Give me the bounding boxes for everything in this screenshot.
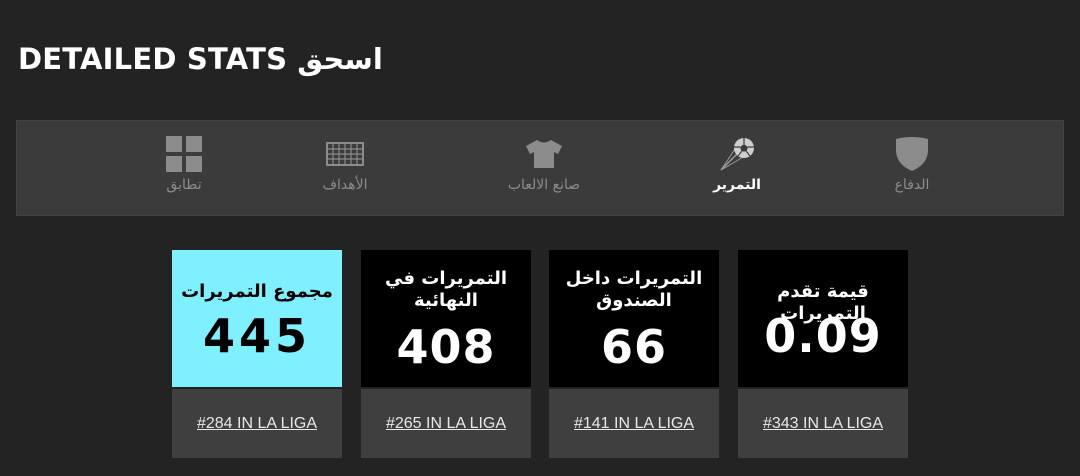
tab-passing[interactable]: التمرير [672,120,802,216]
stat-card-value: 445 [202,309,312,363]
tab-playmaker[interactable]: صانع الالعاب [479,120,609,216]
stat-card-body: التمريرات داخل الصندوق 66 [549,250,719,387]
tab-label: الدفاع [894,177,930,193]
stat-card-body: التمريرات في النهائية 408 [361,250,531,387]
stat-card-body: قيمة تقدم التمريرات 0.09 [738,250,908,387]
grid-icon [164,136,204,172]
page-title: اسحق DETAILED STATS [18,42,383,76]
ball-pass-icon [717,136,757,172]
tab-label: صانع الالعاب [507,177,581,193]
rank-link[interactable]: #265 IN LA LIGA [386,415,506,433]
stat-card-rank: #284 IN LA LIGA [172,389,342,458]
stat-card-value: 0.09 [764,309,882,363]
stat-card-final-third-passes: التمريرات في النهائية 408 #265 IN LA LIG… [361,250,531,458]
stat-card-total-passes: مجموع التمريرات 445 #284 IN LA LIGA [172,250,342,458]
shield-icon [892,136,932,172]
stat-card-label: التمريرات داخل الصندوق [565,268,703,311]
stat-card-label: مجموع التمريرات [181,281,333,302]
stats-tab-bar: تطابق الأهداف صانع الالعاب التمرير الدفا… [16,120,1064,216]
tab-goals[interactable]: الأهداف [280,120,410,216]
tab-label: التمرير [713,177,761,193]
stat-card-pass-progression: قيمة تقدم التمريرات 0.09 #343 IN LA LIGA [738,250,908,458]
rank-link[interactable]: #284 IN LA LIGA [197,415,317,433]
stat-card-rank: #141 IN LA LIGA [549,389,719,458]
goal-net-icon [325,136,365,172]
tab-defense[interactable]: الدفاع [847,120,977,216]
stat-card-rank: #343 IN LA LIGA [738,389,908,458]
rank-link[interactable]: #141 IN LA LIGA [574,415,694,433]
stat-card-value: 408 [396,320,496,374]
tab-matches[interactable]: تطابق [119,120,249,216]
stat-card-value: 66 [600,320,667,374]
stat-card-body: مجموع التمريرات 445 [172,250,342,387]
stat-card-box-passes: التمريرات داخل الصندوق 66 #141 IN LA LIG… [549,250,719,458]
stat-card-rank: #265 IN LA LIGA [361,389,531,458]
stat-card-label: التمريرات في النهائية [384,268,508,311]
tab-label: تطابق [166,177,202,193]
rank-link[interactable]: #343 IN LA LIGA [763,415,883,433]
shirt-icon [524,136,564,172]
tab-label: الأهداف [322,177,368,193]
